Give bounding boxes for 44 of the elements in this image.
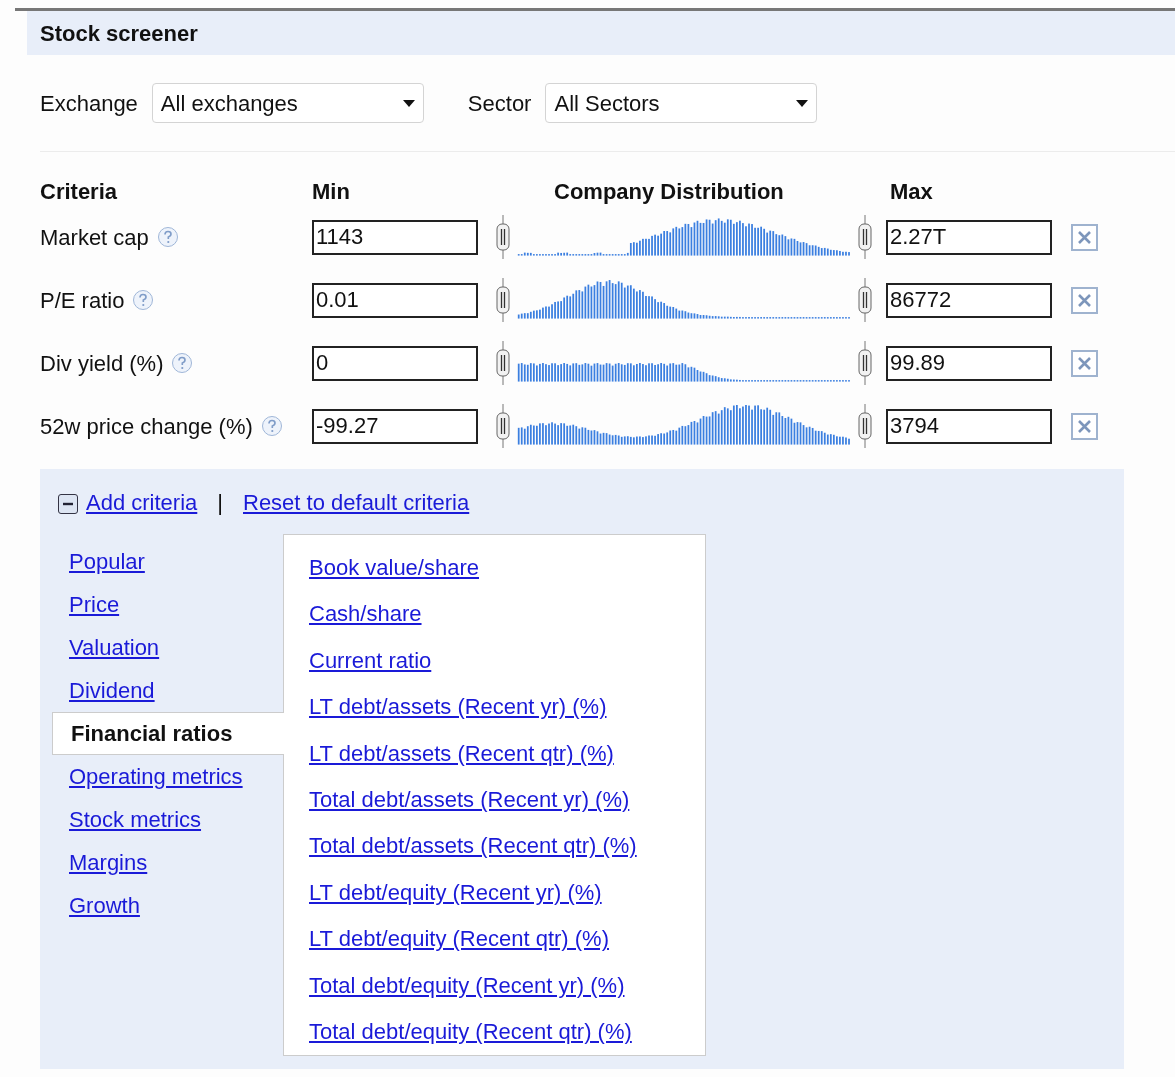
category-tab[interactable]: Operating metrics [52,755,283,798]
criteria-name: Div yield (%) [40,349,164,378]
column-header: Max [890,177,933,206]
criteria-option-link[interactable]: LT debt/assets (Recent qtr) (%) [309,729,705,777]
column-header: Criteria [40,177,119,206]
max-field[interactable]: 99.89 [886,345,1052,381]
max-field[interactable]: 86772 [886,282,1052,318]
min-field[interactable]: 0.01 [312,282,478,318]
criteria-option-link[interactable]: Total debt/equity (Recent yr) (%) [309,962,705,1009]
category-tab[interactable]: Growth [52,884,283,927]
criteria-name: 52w price change (%) [40,412,253,441]
criteria-option-link[interactable]: Current ratio [309,636,705,684]
category-tab[interactable]: Price [52,583,283,626]
category-tab[interactable]: Financial ratios [52,712,284,755]
min-field[interactable]: 1143 [312,219,478,255]
criteria-option-link[interactable]: Book value/share [309,544,705,591]
column-header: Company Distribution [554,177,785,206]
page-title: Stock screener [40,19,198,48]
criteria-option-link[interactable]: Total debt/assets (Recent qtr) (%) [309,822,705,870]
min-field[interactable]: 0 [312,345,478,381]
category-tab[interactable]: Popular [52,540,283,583]
criteria-option-link[interactable]: Total debt/assets (Recent yr) (%) [309,776,705,823]
criteria-option-link[interactable]: Cash/share [309,590,705,637]
category-tab[interactable]: Stock metrics [52,798,283,841]
min-field[interactable]: -99.27 [312,408,478,444]
criteria-option-link[interactable]: LT debt/assets (Recent yr) (%) [309,683,705,730]
filter-label: Exchange [40,89,138,118]
column-header: Min [312,177,351,206]
max-field[interactable]: 2.27T [886,219,1052,255]
max-field[interactable]: 3794 [886,408,1052,444]
criteria-option-link[interactable]: LT debt/equity (Recent yr) (%) [309,869,705,916]
dropdown[interactable]: All exchanges [151,83,424,123]
filter-label: Sector [467,89,532,118]
category-tab[interactable]: Margins [52,841,283,884]
reset-link[interactable]: Reset to default criteria [243,485,470,519]
dropdown[interactable]: All Sectors [545,83,818,123]
criteria-name: Market cap [40,223,149,252]
category-tab[interactable]: Dividend [52,669,283,712]
category-tab[interactable]: Valuation [52,626,283,669]
separator: | [217,488,223,517]
add-criteria-link[interactable]: Add criteria [86,485,198,519]
criteria-option-link[interactable]: LT debt/equity (Recent qtr) (%) [309,915,705,963]
criteria-option-link[interactable]: Total debt/equity (Recent qtr) (%) [309,1008,705,1055]
criteria-name: P/E ratio [40,286,125,315]
